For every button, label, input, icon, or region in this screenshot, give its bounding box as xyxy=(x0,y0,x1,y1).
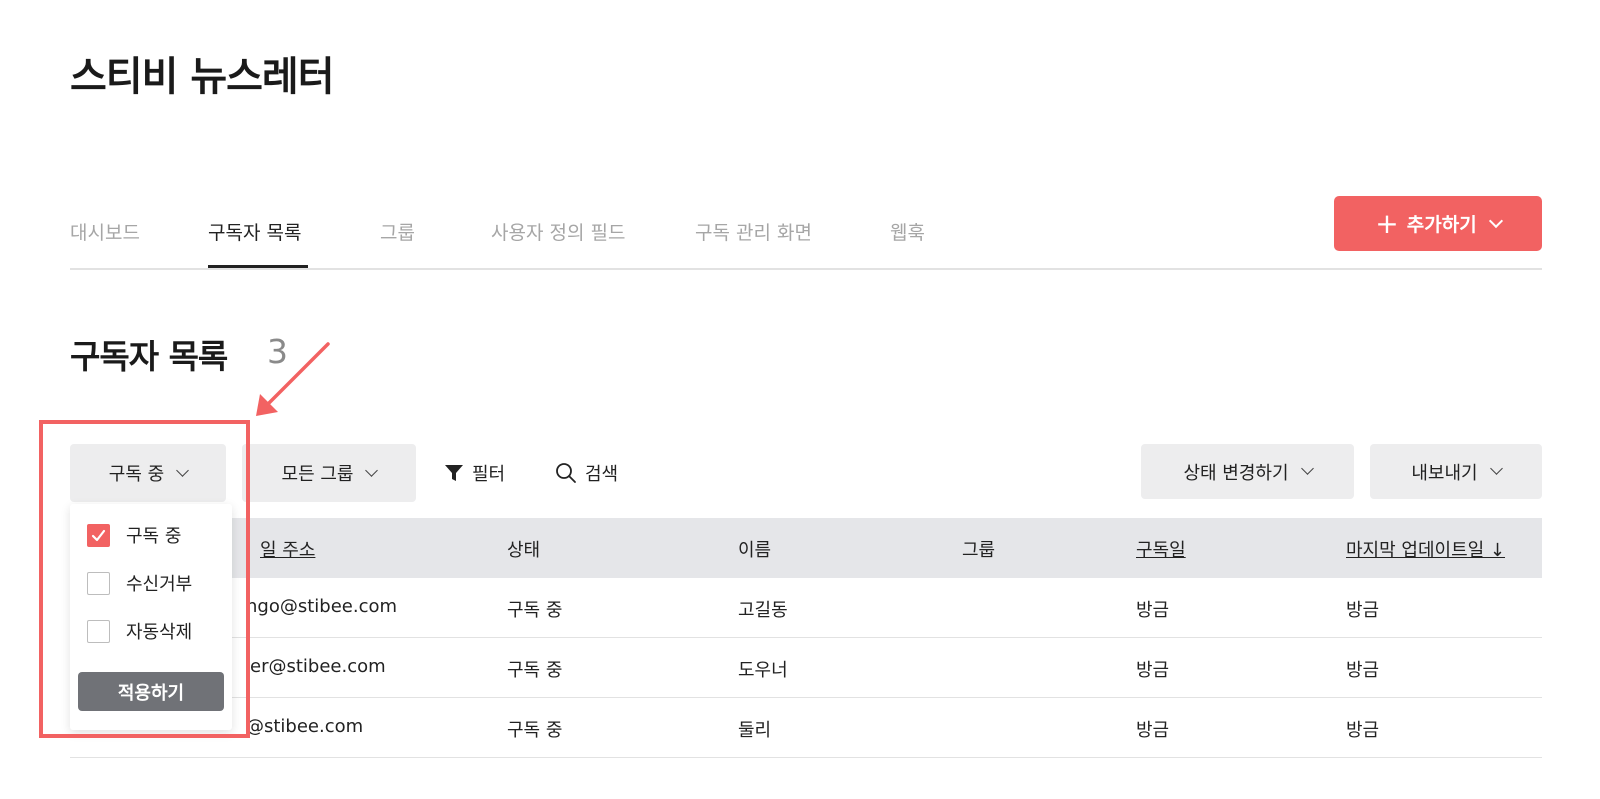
cell-status: 구독 중 xyxy=(507,660,563,681)
active-tab-indicator xyxy=(208,265,308,268)
section-title: 구독자 목록 xyxy=(70,337,228,376)
cell-name: 도우너 xyxy=(738,660,788,681)
plus-icon: + xyxy=(1375,206,1399,240)
cell-name: 둘리 xyxy=(738,720,772,741)
chevron-down-icon xyxy=(1489,462,1503,475)
chevron-down-icon xyxy=(365,463,379,477)
column-name: 이름 xyxy=(738,540,772,561)
column-group: 그룹 xyxy=(962,540,996,561)
search-button[interactable]: 검색 xyxy=(555,458,618,488)
change-status-label: 상태 변경하기 xyxy=(1183,462,1289,484)
search-icon xyxy=(556,463,576,483)
cell-status: 구독 중 xyxy=(507,600,563,621)
cell-status: 구독 중 xyxy=(507,720,563,741)
filter-button[interactable]: 필터 xyxy=(444,458,505,488)
cell-subscribed-date: 방금 xyxy=(1136,660,1170,681)
cell-last-updated: 방금 xyxy=(1346,720,1380,741)
tab-groups[interactable]: 그룹 xyxy=(380,218,415,245)
cell-email[interactable]: ngo@stibee.com xyxy=(246,596,397,617)
chevron-down-icon xyxy=(1300,462,1314,475)
table-row[interactable]: ngo@stibee.com 구독 중 고길동 방금 방금 xyxy=(70,578,1542,638)
tab-custom-fields[interactable]: 사용자 정의 필드 xyxy=(491,218,625,245)
tab-dashboard[interactable]: 대시보드 xyxy=(70,218,140,245)
cell-last-updated: 방금 xyxy=(1346,660,1380,681)
search-label: 검색 xyxy=(585,464,619,485)
export-button[interactable]: 내보내기 xyxy=(1370,444,1542,499)
add-button-label: 추가하기 xyxy=(1406,214,1477,236)
main-tabs: 대시보드 구독자 목록 그룹 사용자 정의 필드 구독 관리 화면 웹훅 xyxy=(70,196,1542,270)
table-row[interactable]: er@stibee.com 구독 중 도우너 방금 방금 xyxy=(70,638,1542,698)
column-status: 상태 xyxy=(507,540,541,561)
chevron-down-icon xyxy=(1488,213,1503,228)
column-email[interactable]: 일 주소 xyxy=(260,536,315,562)
table-row[interactable]: @stibee.com 구독 중 둘리 방금 방금 xyxy=(70,698,1542,758)
column-subscribed-date[interactable]: 구독일 xyxy=(1136,536,1186,562)
cell-email[interactable]: @stibee.com xyxy=(246,716,363,737)
annotation-highlight-box xyxy=(39,420,250,738)
app-title: 스티비 뉴스레터 xyxy=(70,54,335,100)
filter-icon xyxy=(445,465,463,481)
column-last-updated[interactable]: 마지막 업데이트일 ↓ xyxy=(1346,536,1505,562)
tab-webhooks[interactable]: 웹훅 xyxy=(890,218,925,245)
tab-subscription-management[interactable]: 구독 관리 화면 xyxy=(695,218,812,245)
tab-subscriber-list[interactable]: 구독자 목록 xyxy=(208,218,301,245)
export-label: 내보내기 xyxy=(1411,462,1478,484)
add-button[interactable]: + 추가하기 xyxy=(1334,196,1542,251)
cell-name: 고길동 xyxy=(738,600,788,621)
change-status-button[interactable]: 상태 변경하기 xyxy=(1141,444,1354,499)
cell-email[interactable]: er@stibee.com xyxy=(250,656,386,677)
cell-subscribed-date: 방금 xyxy=(1136,600,1170,621)
group-filter-dropdown[interactable]: 모든 그룹 xyxy=(242,444,416,502)
cell-last-updated: 방금 xyxy=(1346,600,1380,621)
cell-subscribed-date: 방금 xyxy=(1136,720,1170,741)
group-filter-label: 모든 그룹 xyxy=(281,464,354,485)
annotation-arrow-icon xyxy=(256,342,330,416)
table-header: 일 주소 상태 이름 그룹 구독일 마지막 업데이트일 ↓ xyxy=(70,518,1542,578)
subscriber-table: 일 주소 상태 이름 그룹 구독일 마지막 업데이트일 ↓ ngo@stibee… xyxy=(70,518,1542,758)
filter-label: 필터 xyxy=(472,464,506,485)
